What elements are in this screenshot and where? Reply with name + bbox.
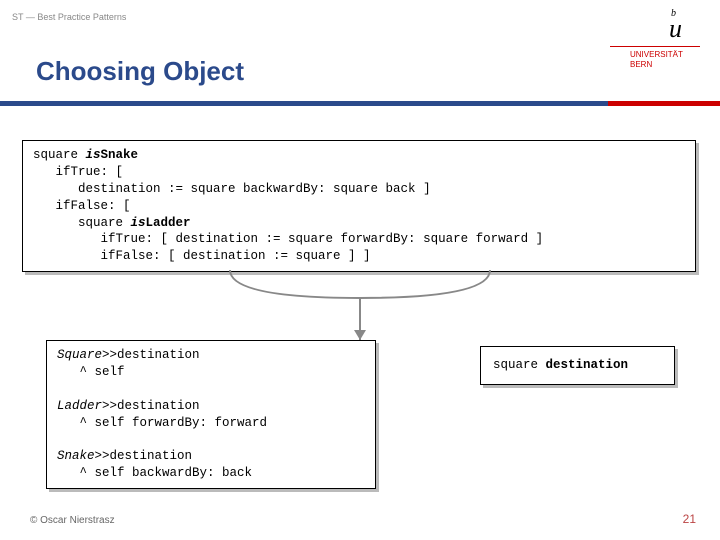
- code-block-call: square destination: [480, 346, 675, 385]
- page-title: Choosing Object: [36, 56, 608, 87]
- title-bar-accent: [608, 36, 720, 106]
- code-block-conditional: square isSnake ifTrue: [ destination := …: [22, 140, 696, 272]
- code-block-polymorphic: Square>>destination ^ self Ladder>>desti…: [46, 340, 376, 489]
- title-bar: Choosing Object: [0, 36, 608, 106]
- copyright: © Oscar Nierstrasz: [30, 515, 115, 526]
- page-number: 21: [683, 512, 696, 526]
- breadcrumb: ST — Best Practice Patterns: [12, 12, 126, 22]
- brace-connector: [220, 268, 500, 348]
